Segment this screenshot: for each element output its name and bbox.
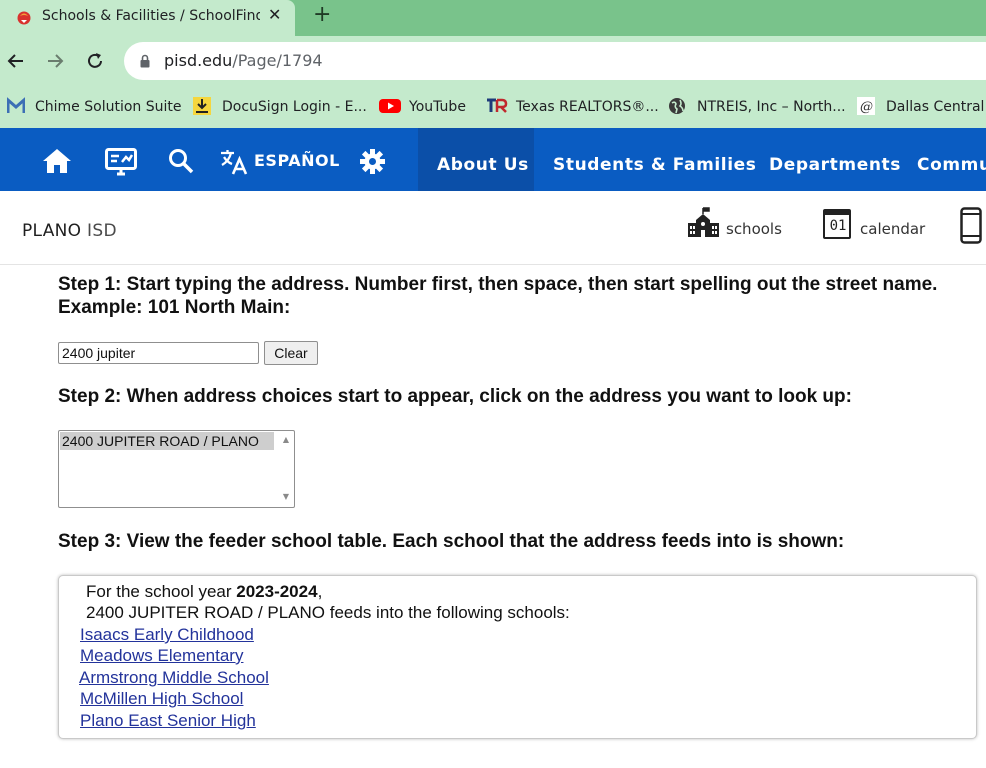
svg-text:@: @ [860,100,873,115]
tab-close-icon[interactable]: ✕ [268,6,281,24]
calendar-icon-date: 01 [829,218,847,234]
browser-tabstrip: Schools & Facilities / SchoolFinder ✕ + [0,0,986,36]
school-link-plano-east[interactable]: Plano East Senior High [80,710,256,731]
scroll-up-arrow-icon[interactable]: ▲ [283,436,289,444]
globe-icon [669,98,685,114]
dallas-central-icon: @ [857,97,875,115]
school-year-suffix: , [317,582,323,601]
address-option[interactable]: 2400 JUPITER ROAD / PLANO [60,432,274,450]
school-year-prefix: For the school year [86,582,237,601]
bookmark-ntreis[interactable]: NTREIS, Inc – North... [697,97,846,117]
youtube-icon [379,99,401,113]
address-bar[interactable]: pisd.edu/Page/1794 [124,42,986,80]
new-tab-icon[interactable]: + [313,3,331,27]
reload-icon[interactable] [85,51,105,71]
home-icon[interactable] [42,148,72,174]
search-icon[interactable] [168,148,194,174]
url-host: pisd.edu [164,51,233,70]
header-divider [0,264,986,265]
school-building-icon[interactable] [687,207,720,238]
site-navigation: ESPAÑOL About Us Students & Families Dep… [0,128,986,191]
nav-departments[interactable]: Departments [769,154,901,176]
tab-title: Schools & Facilities / SchoolFinder [42,8,260,24]
nav-students-families[interactable]: Students & Families [553,154,757,176]
school-year-line: For the school year 2023-2024, [86,581,322,602]
dashboard-monitor-icon[interactable] [105,148,137,176]
clear-button[interactable]: Clear [264,341,318,365]
calendar-icon[interactable]: 01 [823,209,851,239]
address-input[interactable] [58,342,259,364]
brand-plano: PLANO [22,221,82,241]
nav-about-us[interactable]: About Us [437,154,529,176]
scroll-down-arrow-icon[interactable]: ▼ [283,493,289,501]
translate-icon[interactable] [220,149,248,175]
lock-icon [140,54,150,68]
bookmark-docusign[interactable]: DocuSign Login - E... [222,97,367,117]
docusign-download-icon [193,97,211,115]
nav-community[interactable]: Commu [917,154,986,176]
chime-m-icon [7,97,25,113]
address-choices-list[interactable]: 2400 JUPITER ROAD / PLANO ▲ ▼ [58,430,295,508]
pisd-favicon-icon [17,11,31,25]
back-arrow-icon[interactable] [6,51,26,71]
bookmark-texas-realtors[interactable]: Texas REALTORS®... [516,97,659,117]
bookmark-youtube[interactable]: YouTube [409,97,466,117]
site-logo[interactable]: PLANO ISD [22,221,117,241]
calendar-link[interactable]: calendar [860,220,925,238]
url-text[interactable]: pisd.edu/Page/1794 [164,51,323,71]
bookmarks-bar: Chime Solution Suite DocuSign Login - E.… [0,86,986,128]
calendar-icon-header [825,211,849,215]
bookmark-chime[interactable]: Chime Solution Suite [35,97,181,117]
feeds-into-line: 2400 JUPITER ROAD / PLANO feeds into the… [86,603,570,622]
step-2-instructions: Step 2: When address choices start to ap… [58,386,852,407]
step-3-instructions: Step 3: View the feeder school table. Ea… [58,531,845,552]
brand-isd: ISD [81,221,117,241]
school-link-isaacs[interactable]: Isaacs Early Childhood [80,624,254,645]
school-link-mcmillen[interactable]: McMillen High School [80,688,243,709]
url-path: /Page/1794 [232,51,323,70]
gear-icon[interactable] [359,148,386,175]
school-year-value: 2023-2024 [236,582,318,601]
browser-toolbar: pisd.edu/Page/1794 [0,36,986,86]
mobile-phone-icon[interactable] [960,207,982,244]
schools-link[interactable]: schools [726,220,782,238]
browser-tab[interactable]: Schools & Facilities / SchoolFinder ✕ [0,0,295,36]
espanol-link[interactable]: ESPAÑOL [254,151,340,171]
school-link-armstrong[interactable]: Armstrong Middle School [79,667,269,688]
school-link-meadows[interactable]: Meadows Elementary [80,645,243,666]
forward-arrow-icon[interactable] [45,51,65,71]
step-1-instructions: Step 1: Start typing the address. Number… [58,274,938,318]
texas-realtors-icon [487,98,508,113]
bookmark-dallas-central[interactable]: Dallas Central A [886,97,986,117]
